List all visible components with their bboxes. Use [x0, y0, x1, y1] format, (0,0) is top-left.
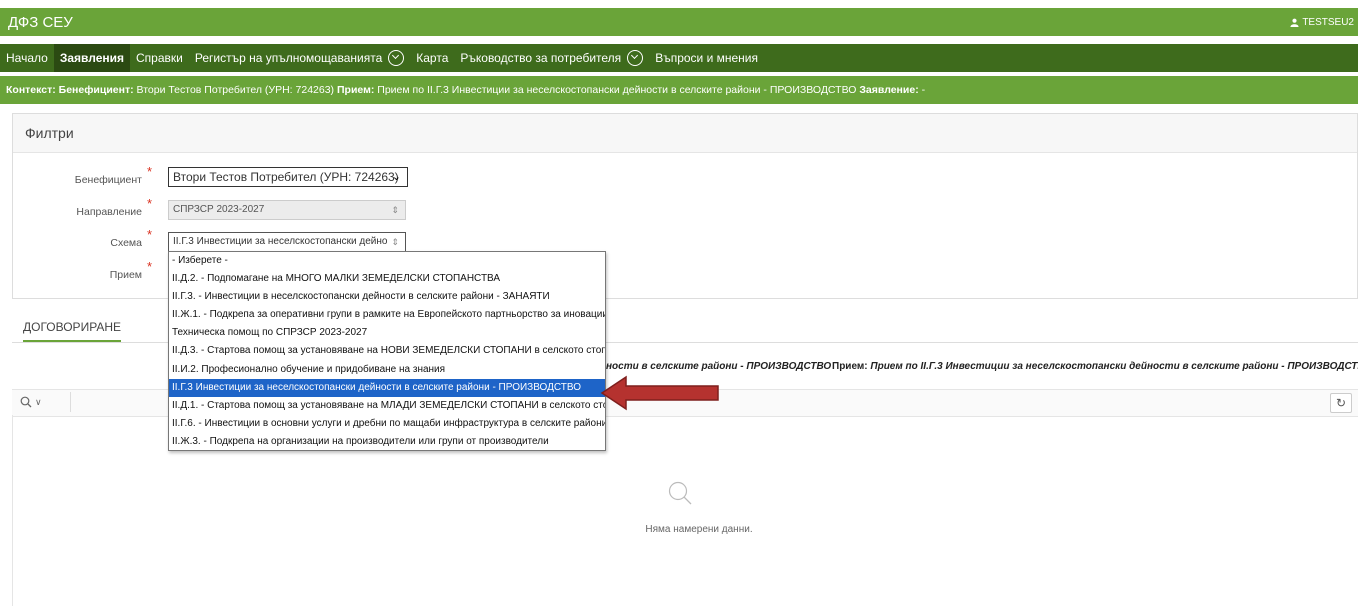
nav-item-2[interactable]: Справки	[130, 44, 189, 72]
required-mark: *	[147, 227, 153, 242]
context-application-label: Заявление:	[859, 84, 919, 96]
required-mark: *	[147, 164, 153, 179]
refresh-icon: ↻	[1335, 396, 1347, 410]
chevron-down-icon: ⌄	[391, 171, 401, 183]
updown-icon: ⇕	[391, 237, 399, 247]
nav-item-label: Регистър на упълномощаванията	[194, 51, 383, 65]
direction-select[interactable]: СПРЗСР 2023-2027 ⇕	[168, 200, 406, 220]
context-beneficiary-label: Бенефициент:	[58, 84, 134, 96]
required-mark: *	[147, 259, 153, 274]
context-label: Контекст:	[6, 84, 56, 96]
dropdown-option[interactable]: Техническа помощ по СПРЗСР 2023-2027	[169, 324, 605, 342]
search-icon	[668, 481, 692, 505]
filters-title: Филтри	[13, 114, 1357, 153]
required-mark: *	[147, 196, 153, 211]
beneficiary-select[interactable]: Втори Тестов Потребител (УРН: 724263) ⌄	[168, 167, 408, 187]
dropdown-option[interactable]: - Изберете -	[169, 252, 605, 270]
nav-item-label: Ръководство за потребителя	[460, 51, 622, 65]
dropdown-option[interactable]: II.И.2. Професионално обучение и придоби…	[169, 361, 605, 379]
dropdown-option[interactable]: II.Д.2. - Подпомагане на МНОГО МАЛКИ ЗЕМ…	[169, 270, 605, 288]
dropdown-option[interactable]: II.Ж.1. - Подкрепа за оперативни групи в…	[169, 306, 605, 324]
nav-item-5[interactable]: Ръководство за потребителя	[454, 44, 649, 72]
scheme-select-value: II.Г.3 Инвестиции за неселскостопански д…	[173, 236, 387, 247]
dropdown-option[interactable]: II.Г.6. - Инвестиции в основни услуги и …	[169, 415, 605, 433]
empty-message: Няма намерени данни.	[645, 524, 753, 535]
context-beneficiary: Втори Тестов Потребител (УРН: 724263)	[136, 84, 335, 96]
dropdown-option[interactable]: II.Г.3. - Инвестиции в неселскостопански…	[169, 288, 605, 306]
chevron-down-icon[interactable]	[388, 50, 405, 66]
nav-item-3[interactable]: Регистър на упълномощаванията	[189, 44, 410, 72]
dropdown-option[interactable]: II.Г.3 Инвестиции за неселскостопански д…	[169, 378, 605, 397]
nav-item-label: Въпроси и мнения	[655, 51, 758, 65]
intake-info-text: Прием по II.Г.3 Инвестиции за неселскост…	[870, 361, 1358, 372]
top-header: ДФЗ СЕУ TESTSEU2	[0, 8, 1358, 36]
user-menu[interactable]: TESTSEU2	[1290, 17, 1354, 28]
grid-border	[12, 415, 13, 606]
user-icon	[1290, 18, 1299, 27]
updown-icon: ⇕	[391, 205, 399, 215]
nav-item-label: Карта	[416, 51, 449, 65]
intake-info: Прием: Прием по II.Г.3 Инвестиции за нес…	[832, 361, 1358, 372]
direction-select-value: СПРЗСР 2023-2027	[173, 204, 265, 215]
nav-item-label: Заявления	[59, 51, 124, 65]
dropdown-option[interactable]: II.Д.3. - Стартова помощ за установяване…	[169, 342, 605, 360]
context-intake-label: Прием:	[336, 84, 375, 96]
intake-label: Прием	[109, 269, 142, 281]
intake-info-label: Прием:	[832, 361, 868, 372]
scheme-dropdown-list[interactable]: - Изберете - II.Д.2. - Подпомагане на МНО…	[168, 251, 606, 451]
nav-item-label: Справки	[136, 51, 183, 65]
nav-item-6[interactable]: Въпроси и мнения	[649, 44, 764, 72]
scheme-info-text: ности в селските райони - ПРОИЗВОДСТВО	[606, 361, 832, 372]
chevron-down-icon[interactable]	[627, 50, 644, 66]
context-application: -	[921, 84, 926, 96]
scheme-label: Схема	[110, 237, 142, 249]
context-intake: Прием по II.Г.3 Инвестиции за неселскост…	[377, 84, 857, 96]
nav-item-0[interactable]: Начало	[0, 44, 54, 72]
scheme-select[interactable]: II.Г.3 Инвестиции за неселскостопански д…	[168, 232, 406, 252]
main-nav: Начало Заявления Справки Регистър на упълно…	[0, 44, 1358, 72]
refresh-button[interactable]: ↻	[1330, 393, 1352, 413]
beneficiary-select-value: Втори Тестов Потребител (УРН: 724263)	[173, 170, 399, 184]
nav-item-label: Начало	[6, 51, 48, 65]
direction-label: Направление	[76, 206, 142, 218]
dropdown-option[interactable]: II.Ж.3. - Подкрепа на организации на про…	[169, 433, 605, 451]
app-title[interactable]: ДФЗ СЕУ	[8, 14, 73, 31]
search-icon	[20, 396, 32, 408]
user-name: TESTSEU2	[1302, 17, 1354, 28]
nav-item-1[interactable]: Заявления	[53, 44, 130, 72]
annotation-arrow-icon	[600, 375, 719, 411]
dropdown-option[interactable]: II.Д.1. - Стартова помощ за установяване…	[169, 397, 605, 415]
beneficiary-label: Бенефициент	[74, 174, 142, 186]
search-button[interactable]: ∨	[14, 392, 71, 412]
nav-item-4[interactable]: Карта	[410, 44, 454, 72]
tab-contracting[interactable]: ДОГОВОРИРАНЕ	[23, 320, 122, 342]
chevron-down-icon: ∨	[35, 396, 42, 407]
context-bar: Контекст: Бенефициент: Втори Тестов Потр…	[0, 76, 1358, 104]
